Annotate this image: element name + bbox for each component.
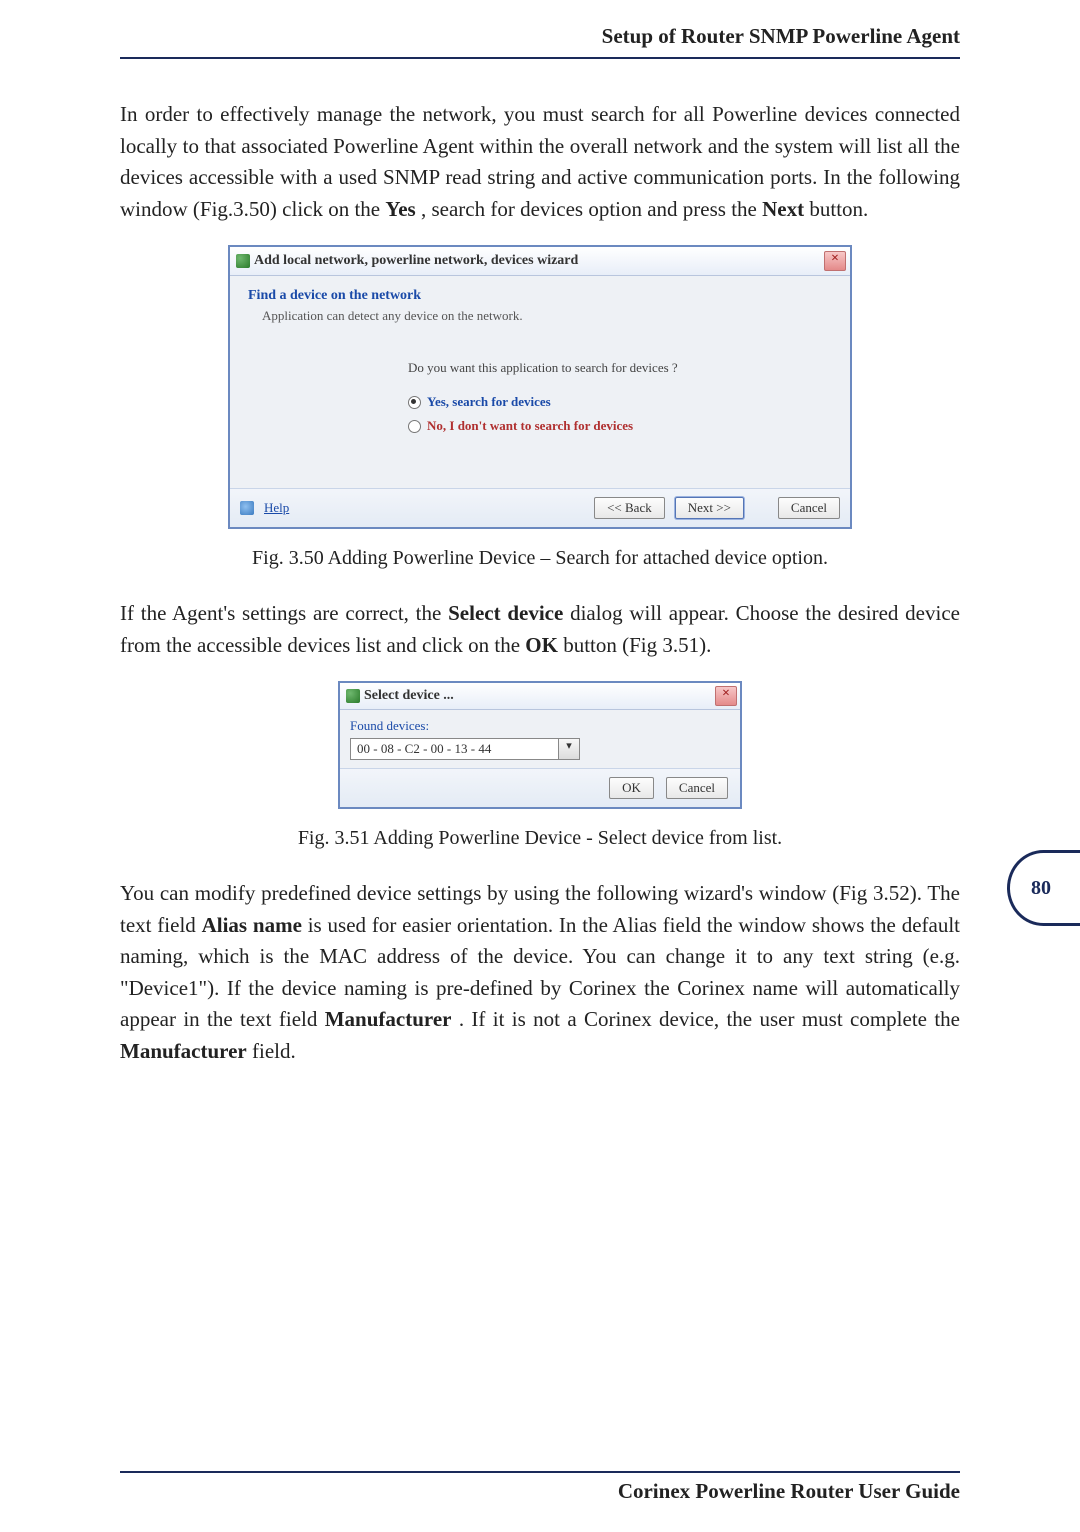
help-link[interactable]: Help [264,500,289,516]
device-combobox[interactable]: 00 - 08 - C2 - 00 - 13 - 44 ▾ [350,738,580,760]
close-icon[interactable]: × [715,686,737,706]
back-button[interactable]: << Back [594,497,665,519]
bold-yes: Yes [385,197,415,221]
paragraph-3: You can modify predefined device setting… [120,878,960,1067]
radio-option-yes[interactable]: Yes, search for devices [248,394,834,410]
text: , search for devices option and press th… [421,197,762,221]
page-number: 80 [1031,877,1051,900]
radio-label: Yes, search for devices [427,394,551,410]
ok-button[interactable]: OK [609,777,654,799]
figure-caption-1: Fig. 3.50 Adding Powerline Device – Sear… [120,547,960,570]
radio-label: No, I don't want to search for devices [427,418,633,434]
bold-select-device: Select device [448,601,563,625]
figure-caption-2: Fig. 3.51 Adding Powerline Device - Sele… [120,827,960,850]
radio-icon [408,396,421,409]
wizard-question: Do you want this application to search f… [248,360,834,376]
paragraph-2: If the Agent's settings are correct, the… [120,598,960,661]
dialog-titlebar: Add local network, powerline network, de… [230,247,850,276]
found-devices-label: Found devices: [350,718,730,734]
page-header: Setup of Router SNMP Powerline Agent [120,0,960,59]
text: button. [809,197,868,221]
device-value: 00 - 08 - C2 - 00 - 13 - 44 [350,738,559,760]
dialog-title: Select device ... [364,688,454,704]
radio-icon [408,420,421,433]
page-number-badge: 80 [1007,850,1080,926]
cancel-button[interactable]: Cancel [778,497,840,519]
dialog-footer: Help << Back Next >> Cancel [230,488,850,527]
dialog-footer: OK Cancel [340,768,740,807]
chevron-down-icon[interactable]: ▾ [559,738,580,760]
bold-ok: OK [525,633,558,657]
close-icon[interactable]: × [824,251,846,271]
wizard-dialog: Add local network, powerline network, de… [228,245,852,529]
bold-alias-name: Alias name [202,913,302,937]
next-button[interactable]: Next >> [675,497,744,519]
app-icon [236,254,250,268]
cancel-button[interactable]: Cancel [666,777,728,799]
dialog-title: Add local network, powerline network, de… [254,253,578,269]
wizard-subtext: Application can detect any device on the… [248,308,834,324]
radio-option-no[interactable]: No, I don't want to search for devices [248,418,834,434]
app-icon [346,689,360,703]
bold-manufacturer: Manufacturer [120,1039,247,1063]
text: field. [252,1039,296,1063]
select-device-dialog: Select device ... × Found devices: 00 - … [338,681,742,809]
text: button (Fig 3.51). [563,633,711,657]
help-icon [240,501,254,515]
bold-manufacturer: Manufacturer [325,1007,452,1031]
paragraph-1: In order to effectively manage the netwo… [120,99,960,225]
text: . If it is not a Corinex device, the use… [459,1007,960,1031]
text: If the Agent's settings are correct, the [120,601,448,625]
dialog-titlebar: Select device ... × [340,683,740,710]
page-footer: Corinex Powerline Router User Guide [120,1471,960,1504]
bold-next: Next [762,197,804,221]
wizard-heading: Find a device on the network [248,288,834,304]
